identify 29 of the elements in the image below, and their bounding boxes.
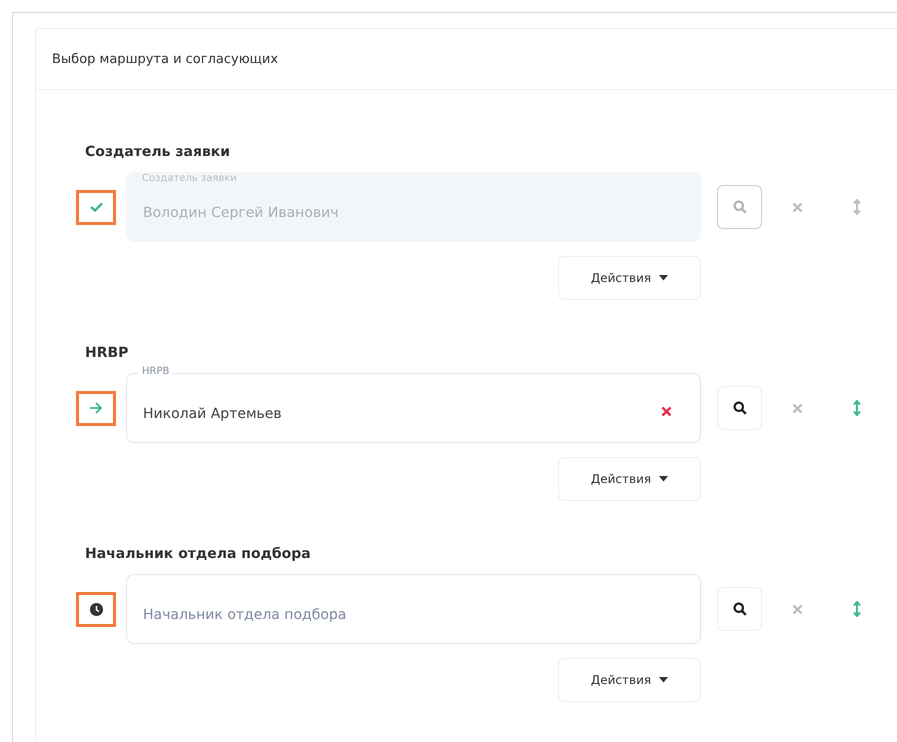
clock-icon: [90, 602, 102, 616]
move-icon[interactable]: [853, 400, 861, 416]
remove-icon[interactable]: [792, 202, 803, 212]
field-value: Володин Сергей Иванович: [143, 205, 339, 221]
stage-title: Создатель заявки: [84, 144, 232, 160]
move-icon[interactable]: [853, 199, 861, 215]
check-icon: [90, 202, 102, 212]
caret-icon: [659, 476, 668, 482]
search-icon: [732, 401, 746, 415]
field-placeholder: Начальник отдела подбора: [143, 607, 346, 623]
remove-icon[interactable]: [792, 604, 803, 614]
search-icon: [732, 200, 746, 214]
stage-title: HRBP: [84, 345, 130, 361]
caret-icon: [659, 677, 668, 683]
clear-icon[interactable]: [661, 406, 672, 417]
arrow-right-icon: [89, 402, 103, 414]
caret-icon: [659, 275, 668, 281]
field-label: Создатель заявки: [141, 173, 238, 184]
field-label: HRPB: [138, 366, 174, 377]
search-icon: [732, 602, 746, 616]
move-icon[interactable]: [853, 601, 861, 617]
panel-title: Выбор маршрута и согласующих: [52, 52, 278, 66]
approver-field[interactable]: Николай Артемьев: [126, 373, 701, 443]
stage-title: Начальник отдела подбора: [84, 546, 312, 562]
actions-dropdown[interactable]: Действия: [558, 658, 701, 702]
field-value: Николай Артемьев: [143, 406, 282, 422]
actions-dropdown[interactable]: Действия: [558, 256, 701, 300]
actions-dropdown[interactable]: Действия: [558, 457, 701, 501]
remove-icon[interactable]: [792, 402, 803, 414]
